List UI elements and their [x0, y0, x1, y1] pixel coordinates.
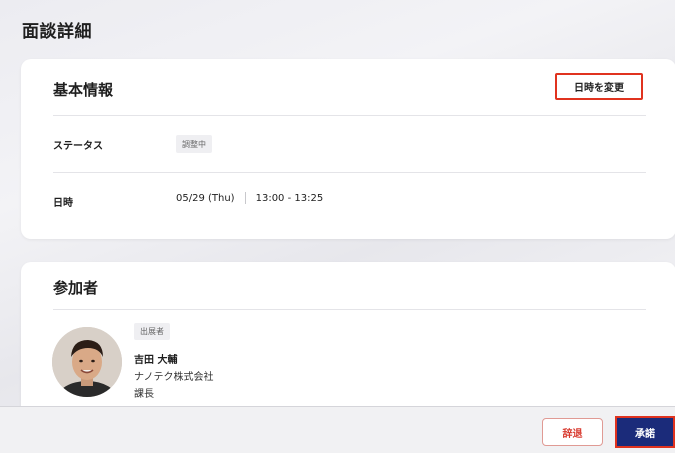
status-badge: 調整中: [176, 135, 212, 153]
action-footer: 辞退 承諾: [0, 406, 675, 453]
divider: [53, 309, 646, 310]
time-text: 13:00 - 13:25: [255, 192, 324, 204]
change-datetime-button[interactable]: 日時を変更: [555, 73, 643, 100]
divider: [53, 172, 646, 173]
role-badge: 出展者: [134, 323, 170, 340]
participant-name: 吉田 大輔: [134, 355, 178, 366]
date-value: 05/29 (Thu) 13:00 - 13:25: [176, 192, 323, 204]
accept-button[interactable]: 承諾: [615, 416, 675, 448]
decline-button[interactable]: 辞退: [542, 418, 603, 446]
basic-info-card: 基本情報 日時を変更 ステータス 調整中 日時 05/29 (Thu) 13:0…: [21, 59, 675, 239]
avatar: [52, 327, 122, 397]
participants-title: 参加者: [53, 279, 99, 297]
basic-info-title: 基本情報: [53, 81, 114, 99]
participants-card: 参加者 出展者 吉田 大輔 ナノテク株式会社 課長: [21, 262, 675, 422]
status-label: ステータス: [53, 141, 103, 152]
date-text: 05/29 (Thu): [176, 192, 235, 204]
date-separator: [244, 192, 246, 204]
date-label: 日時: [53, 198, 73, 209]
page-title: 面談詳細: [22, 22, 92, 42]
participant-company: ナノテク株式会社: [134, 372, 214, 383]
person-photo-icon: [52, 327, 122, 397]
participant-position: 課長: [134, 389, 154, 400]
divider: [53, 115, 646, 116]
